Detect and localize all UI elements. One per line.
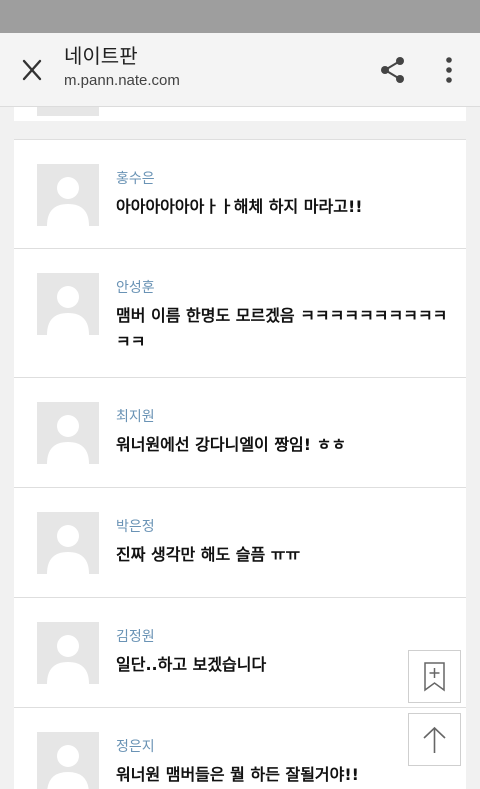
default-avatar-icon: [47, 525, 89, 574]
share-button[interactable]: [376, 53, 410, 87]
bookmark-add-icon: [424, 662, 445, 692]
comment-author[interactable]: 박은정: [116, 516, 155, 536]
avatar[interactable]: [37, 273, 99, 335]
comment-text: 진짜 생각만 해도 슬픔 ㅠㅠ: [116, 545, 301, 564]
comment-author[interactable]: 안성훈: [116, 277, 155, 297]
browser-toolbar: 네이트판 m.pann.nate.com: [0, 33, 480, 107]
default-avatar-icon: [47, 177, 89, 226]
comment-text: 워너원 맴버들은 뭘 하든 잘될거야!!: [116, 765, 359, 784]
avatar[interactable]: [37, 732, 99, 789]
avatar[interactable]: [37, 402, 99, 464]
default-avatar-icon: [47, 745, 89, 789]
comment-item: 홍수은 아아아아아아ㅏㅏ해체 하지 마라고!!: [14, 139, 466, 248]
page-title: 네이트판: [64, 44, 138, 68]
previous-comment-partial: [14, 107, 466, 121]
default-avatar-icon: [47, 635, 89, 684]
comment-text: 일단..하고 보겠습니다: [116, 655, 267, 674]
status-bar: [0, 0, 480, 33]
arrow-up-icon: [423, 726, 446, 753]
comment-list: 홍수은 아아아아아아ㅏㅏ해체 하지 마라고!! 안성훈 맴버 이름 한명도 모르…: [0, 107, 480, 789]
comment-text: 워너원에선 강다니엘이 짱임! ㅎㅎ: [116, 435, 347, 454]
more-vert-icon: [446, 57, 452, 83]
comment-item: 박은정 진짜 생각만 해도 슬픔 ㅠㅠ: [14, 487, 466, 597]
comment-item: 정은지 워너원 맴버들은 뭘 하든 잘될거야!!: [14, 707, 466, 789]
comment-author[interactable]: 홍수은: [116, 168, 155, 188]
bookmark-button[interactable]: [408, 650, 461, 703]
comment-author[interactable]: 정은지: [116, 736, 155, 756]
more-options-button[interactable]: [438, 53, 460, 87]
comment-text: 맴버 이름 한명도 모르겠음 ㅋㅋㅋㅋㅋㅋㅋㅋㅋㅋㅋㅋ: [116, 306, 448, 351]
avatar[interactable]: [37, 622, 99, 684]
comment-text: 아아아아아아ㅏㅏ해체 하지 마라고!!: [116, 197, 363, 216]
scroll-to-top-button[interactable]: [408, 713, 461, 766]
page-title-block: 네이트판 m.pann.nate.com: [64, 43, 180, 91]
default-avatar-icon: [47, 415, 89, 464]
comment-author[interactable]: 최지원: [116, 406, 155, 426]
default-avatar-icon: [47, 286, 89, 335]
avatar[interactable]: [37, 164, 99, 226]
share-icon: [381, 57, 404, 83]
page-url: m.pann.nate.com: [64, 72, 180, 89]
comment-item: 안성훈 맴버 이름 한명도 모르겠음 ㅋㅋㅋㅋㅋㅋㅋㅋㅋㅋㅋㅋ: [14, 248, 466, 377]
comment-author[interactable]: 김정원: [116, 626, 155, 646]
comment-item: 김정원 일단..하고 보겠습니다: [14, 597, 466, 707]
close-button[interactable]: [14, 55, 50, 85]
comment-item: 최지원 워너원에선 강다니엘이 짱임! ㅎㅎ: [14, 377, 466, 487]
avatar[interactable]: [37, 512, 99, 574]
close-icon: [22, 59, 42, 81]
